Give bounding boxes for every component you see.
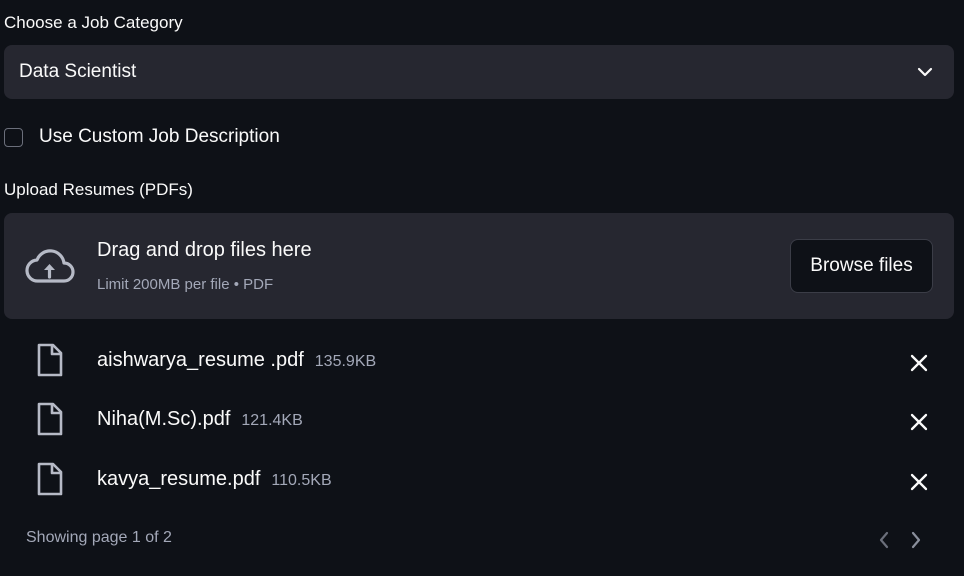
chevron-down-icon (916, 63, 934, 81)
dropzone-title: Drag and drop files here (97, 239, 312, 261)
custom-description-checkbox[interactable] (4, 127, 23, 147)
browse-files-button[interactable]: Browse files (790, 239, 933, 293)
dropzone-subtitle: Limit 200MB per file • PDF (97, 276, 274, 293)
cloud-upload-icon (24, 247, 76, 287)
file-size: 110.5KB (271, 472, 332, 489)
chevron-left-icon (879, 531, 889, 549)
remove-file-button[interactable] (906, 409, 932, 435)
file-list-item: Niha(M.Sc).pdf 121.4KB (0, 400, 964, 440)
next-page-button[interactable] (906, 528, 926, 552)
file-size: 135.9KB (314, 353, 377, 370)
file-name: kavya_resume.pdf (97, 468, 261, 490)
close-icon (910, 473, 928, 491)
previous-page-button[interactable] (874, 528, 894, 552)
custom-description-label: Use Custom Job Description (39, 126, 280, 147)
upload-label: Upload Resumes (PDFs) (4, 180, 193, 199)
close-icon (910, 413, 928, 431)
chevron-right-icon (911, 531, 921, 549)
file-dropzone[interactable]: Drag and drop files here Limit 200MB per… (4, 213, 954, 319)
file-name: aishwarya_resume .pdf (97, 349, 304, 371)
pagination-status: Showing page 1 of 2 (26, 529, 172, 546)
file-icon (36, 402, 64, 436)
file-list-item: aishwarya_resume .pdf 135.9KB (0, 341, 964, 381)
close-icon (910, 354, 928, 372)
remove-file-button[interactable] (906, 350, 932, 376)
file-name: Niha(M.Sc).pdf (97, 408, 231, 430)
remove-file-button[interactable] (906, 469, 932, 495)
job-category-value: Data Scientist (19, 61, 137, 82)
job-category-label: Choose a Job Category (4, 13, 183, 32)
job-category-select[interactable]: Data Scientist (4, 45, 954, 99)
custom-description-toggle[interactable]: Use Custom Job Description (4, 124, 280, 150)
file-size: 121.4KB (241, 412, 303, 429)
file-icon (36, 343, 64, 377)
app-page: Choose a Job Category Data Scientist Use… (0, 0, 964, 576)
file-icon (36, 462, 64, 496)
file-list-item: kavya_resume.pdf 110.5KB (0, 460, 964, 500)
